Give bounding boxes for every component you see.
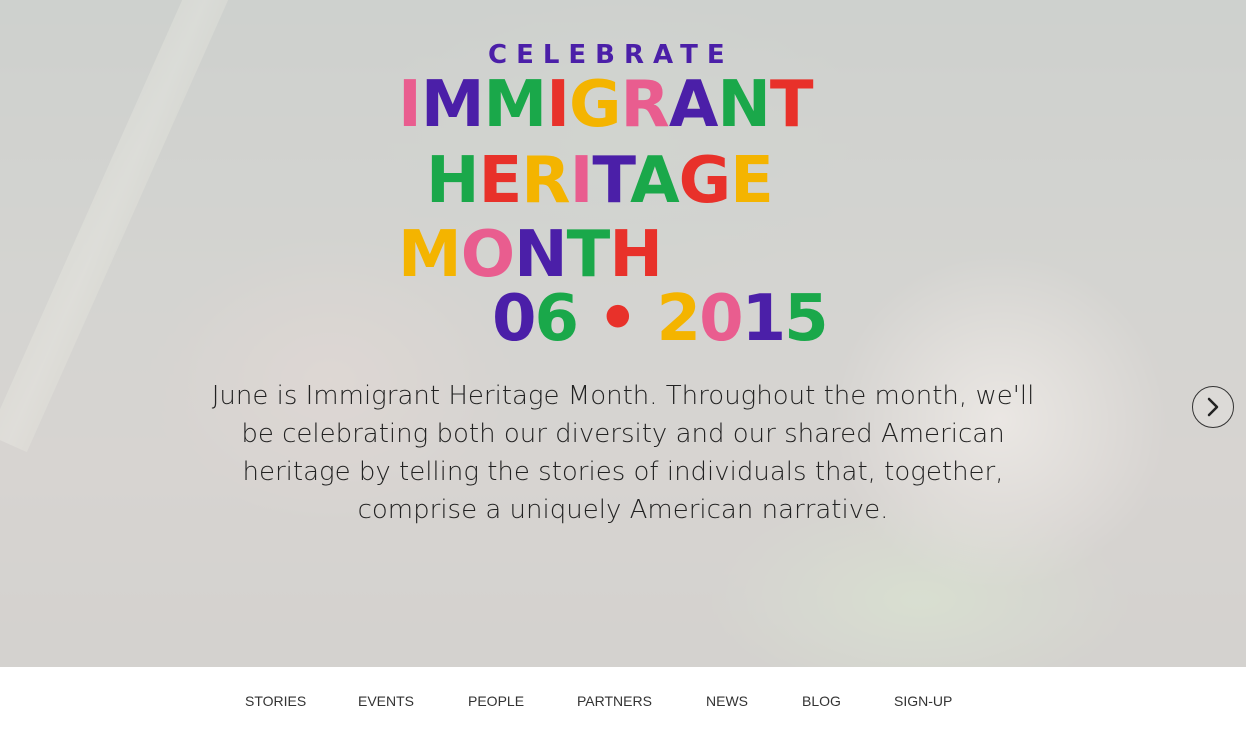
- logo-letter: G: [569, 68, 622, 142]
- immigrant-heritage-month-logo: CELEBRATE IMMIGRANT HERITAGE MONTH 06 • …: [398, 40, 858, 356]
- logo-immigrant: IMMIGRANT: [398, 68, 814, 142]
- logo-letter: N: [514, 218, 568, 292]
- logo-month: MONTH: [398, 218, 663, 292]
- logo-letter: M: [420, 68, 485, 142]
- logo-letter: 5: [784, 282, 829, 356]
- logo-letter: M: [398, 218, 462, 292]
- main-nav: STORIES EVENTS PEOPLE PARTNERS NEWS BLOG…: [0, 667, 1246, 732]
- nav-people[interactable]: PEOPLE: [468, 693, 524, 709]
- nav-blog[interactable]: BLOG: [802, 693, 841, 709]
- logo-letter: 1: [741, 282, 787, 356]
- logo-heritage: HERITAGE: [426, 144, 774, 218]
- logo-celebrate: CELEBRATE: [488, 40, 734, 70]
- logo-letter: M: [483, 68, 548, 142]
- logo-letter: E: [730, 144, 774, 218]
- logo-letter: T: [592, 144, 631, 218]
- logo-letter: O: [460, 218, 515, 292]
- logo-letter: R: [620, 68, 670, 142]
- logo-letter: 6: [534, 282, 580, 356]
- nav-partners[interactable]: PARTNERS: [577, 693, 652, 709]
- nav-events[interactable]: EVENTS: [358, 693, 414, 709]
- logo-letter: T: [566, 218, 611, 292]
- logo-letter: [636, 282, 656, 356]
- logo-letter: I: [569, 144, 594, 218]
- hero-banner: CELEBRATE IMMIGRANT HERITAGE MONTH 06 • …: [0, 0, 1246, 667]
- logo-letter: H: [609, 218, 663, 292]
- logo-letter: 0: [699, 282, 744, 356]
- logo-letter: T: [769, 68, 814, 142]
- logo-letter: R: [521, 144, 570, 218]
- logo-letter: N: [717, 68, 771, 142]
- logo-letter: I: [546, 68, 570, 142]
- logo-date: 06 • 2015: [492, 282, 829, 356]
- logo-letter: •: [597, 282, 638, 356]
- nav-sign-up[interactable]: SIGN-UP: [894, 693, 952, 709]
- next-slide-button[interactable]: [1192, 386, 1234, 428]
- logo-letter: A: [668, 68, 719, 142]
- hero-description: June is Immigrant Heritage Month. Throug…: [211, 381, 1035, 525]
- logo-letter: 0: [492, 282, 537, 356]
- chevron-right-icon: [1207, 397, 1219, 417]
- logo-letter: A: [630, 144, 680, 218]
- logo-letter: H: [426, 144, 480, 218]
- nav-news[interactable]: NEWS: [706, 693, 748, 709]
- logo-letter: 2: [656, 282, 702, 356]
- logo-letter: [577, 282, 597, 356]
- logo-letter: G: [678, 144, 732, 218]
- logo-letter: E: [478, 144, 523, 218]
- logo-letter: I: [398, 68, 422, 142]
- nav-stories[interactable]: STORIES: [245, 693, 306, 709]
